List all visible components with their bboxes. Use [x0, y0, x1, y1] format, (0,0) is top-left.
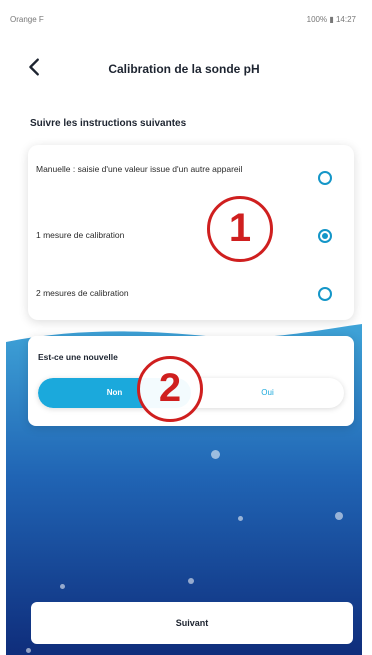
annotation-marker-2: 2: [137, 356, 203, 422]
carrier-label: Orange F: [10, 15, 44, 24]
option-label: Manuelle : saisie d'une valeur issue d'u…: [36, 164, 243, 174]
status-bar: Orange F 100% ▮ 14:27: [6, 10, 362, 28]
radio-manual[interactable]: [318, 171, 332, 185]
bubble: [60, 584, 65, 589]
option-one-measure[interactable]: 1 mesure de calibration: [28, 209, 354, 261]
section-title: Suivre les instructions suivantes: [30, 118, 187, 129]
header: Calibration de la sonde pH: [6, 48, 362, 88]
app-screen: Orange F 100% ▮ 14:27 Calibration de la …: [6, 10, 362, 655]
page-title: Calibration de la sonde pH: [108, 62, 260, 76]
bubble: [188, 578, 194, 584]
bubble: [238, 516, 243, 521]
option-manual[interactable]: Manuelle : saisie d'une valeur issue d'u…: [28, 149, 354, 201]
radio-one-measure[interactable]: [318, 229, 332, 243]
option-two-measures[interactable]: 2 mesures de calibration: [28, 267, 354, 319]
bubble: [335, 512, 343, 520]
annotation-marker-1: 1: [207, 196, 273, 262]
clock: 14:27: [335, 15, 356, 24]
calibration-options-card: Manuelle : saisie d'une valeur issue d'u…: [28, 145, 354, 320]
radio-two-measures[interactable]: [318, 287, 332, 301]
battery-percent: 100%: [306, 15, 328, 24]
status-right: 100% ▮ 14:27: [307, 15, 356, 24]
yes-option[interactable]: Oui: [191, 378, 344, 408]
bubble: [211, 450, 220, 459]
next-button[interactable]: Suivant: [31, 602, 353, 644]
option-label: 2 mesures de calibration: [36, 288, 129, 298]
battery-icon: ▮: [329, 15, 334, 24]
bubble: [26, 648, 31, 653]
question-text: Est-ce une nouvelle: [38, 352, 118, 362]
